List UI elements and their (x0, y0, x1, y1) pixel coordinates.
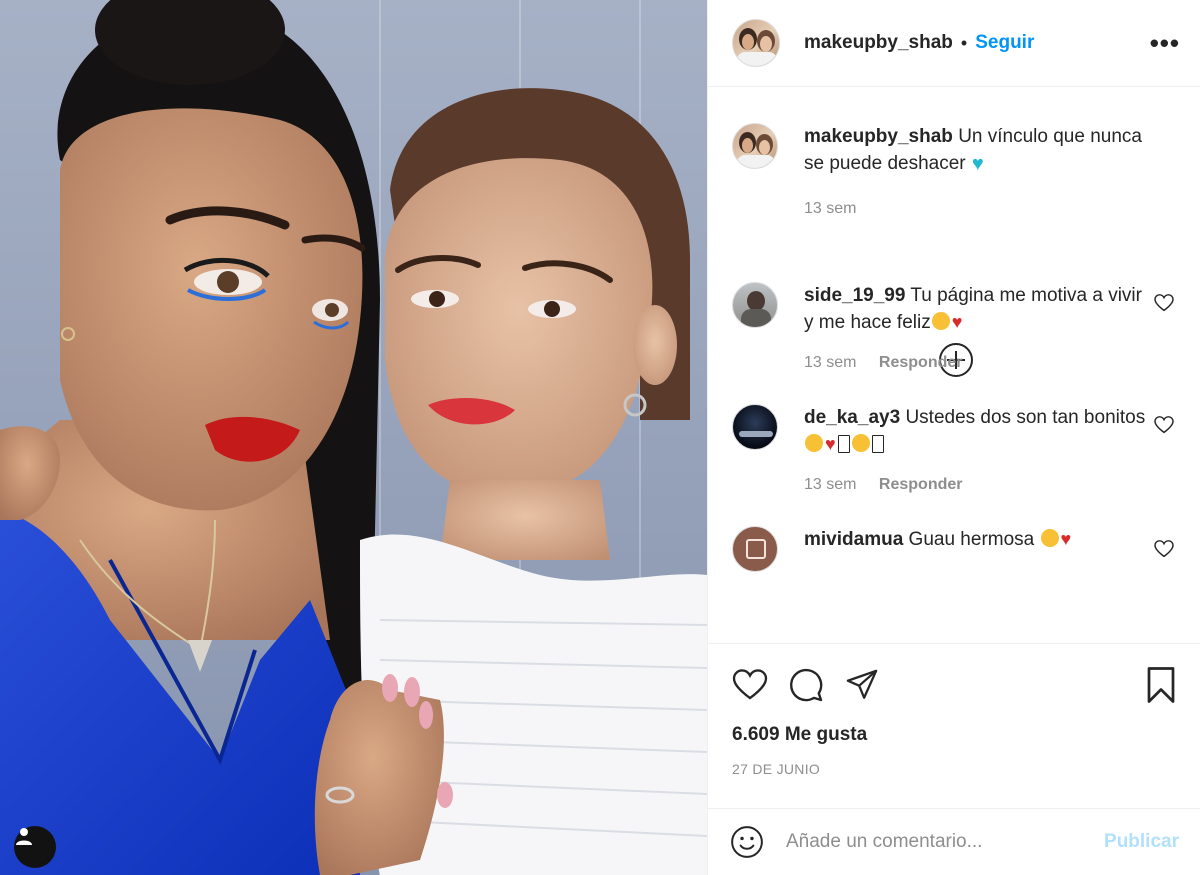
caption-username[interactable]: makeupby_shab (804, 126, 953, 147)
post-header: makeupby_shab • Seguir ••• (708, 0, 1200, 87)
heart-icon (1154, 540, 1174, 558)
comment-input[interactable] (786, 831, 1105, 853)
header-separator: • (960, 32, 968, 53)
author-username[interactable]: makeupby_shab (804, 32, 953, 54)
comment-button[interactable] (788, 667, 824, 703)
comment-item: side_19_99 Tu página me motiva a vivir y… (732, 282, 1176, 372)
surprised-emoji (851, 434, 870, 452)
heart-icon (1154, 294, 1174, 312)
unknown-emoji-glyph (837, 435, 850, 453)
like-button[interactable] (732, 669, 768, 701)
comment-icon (789, 668, 823, 702)
caption-time[interactable]: 13 sem (804, 200, 856, 217)
post-photo[interactable] (0, 0, 707, 875)
comment-text: de_ka_ay3 Ustedes dos son tan bonitos ♥ (804, 404, 1146, 458)
more-options-icon[interactable]: ••• (1150, 30, 1180, 56)
red-heart-emoji: ♥ (825, 434, 836, 454)
publish-button[interactable]: Publicar (1104, 831, 1179, 853)
bookmark-icon (1147, 667, 1175, 703)
smile-emoji (1040, 529, 1059, 547)
heart-icon (732, 669, 768, 700)
reply-button[interactable]: Responder (879, 476, 963, 493)
comment-time[interactable]: 13 sem (804, 354, 856, 371)
unknown-emoji-glyph (871, 435, 884, 453)
comment-text: side_19_99 Tu página me motiva a vivir y… (804, 282, 1146, 336)
share-icon (846, 669, 878, 699)
post-sidebar: makeupby_shab • Seguir ••• makeupby_shab… (707, 0, 1200, 875)
comment-meta: 13 sem Responder (804, 476, 1146, 494)
comments-list[interactable]: makeupby_shab Un vínculo que nunca se pu… (708, 87, 1200, 642)
caption-meta: 13 sem (804, 200, 1146, 218)
emoji-icon (731, 826, 763, 858)
red-heart-emoji: ♥ (951, 312, 963, 332)
red-heart-emoji: ♥ (1060, 529, 1072, 549)
follow-button[interactable]: Seguir (975, 32, 1034, 54)
comment-body: Guau hermosa (908, 529, 1035, 550)
action-bar (708, 644, 1200, 726)
smile-emoji (805, 434, 823, 452)
heart-icon (1154, 416, 1174, 434)
comment-composer: Publicar (708, 808, 1200, 875)
comment-time[interactable]: 13 sem (804, 476, 856, 493)
comment-username[interactable]: mividamua (804, 529, 903, 550)
commenter-avatar[interactable] (732, 526, 778, 572)
caption-text: makeupby_shab Un vínculo que nunca se pu… (804, 123, 1146, 178)
post-date[interactable]: 27 DE JUNIO (708, 761, 1200, 777)
author-avatar[interactable] (732, 19, 780, 67)
comment-like-button[interactable] (1154, 294, 1174, 317)
comment-body: Ustedes dos son tan bonitos (905, 407, 1146, 428)
smile-emoji (931, 312, 950, 330)
post-photo-illustration (0, 0, 707, 875)
commenter-avatar[interactable] (732, 404, 778, 450)
emoji-picker-button[interactable] (730, 825, 764, 859)
user-tag-button[interactable] (14, 826, 56, 868)
reply-button[interactable]: Responder (879, 354, 963, 371)
comment-username[interactable]: de_ka_ay3 (804, 407, 900, 428)
like-count[interactable]: 6.609 Me gusta (708, 724, 1200, 746)
commenter-avatar[interactable] (732, 282, 778, 328)
caption-avatar[interactable] (732, 123, 778, 169)
comment-like-button[interactable] (1154, 540, 1174, 563)
save-button[interactable] (1145, 667, 1177, 703)
comment-like-button[interactable] (1154, 416, 1174, 439)
comment-username[interactable]: side_19_99 (804, 285, 905, 306)
comment-item: de_ka_ay3 Ustedes dos son tan bonitos ♥ 1… (732, 404, 1176, 494)
comment-text: mividamua Guau hermosa ♥ (804, 526, 1146, 553)
post-actions-section: 6.609 Me gusta 27 DE JUNIO (708, 643, 1200, 777)
caption: makeupby_shab Un vínculo que nunca se pu… (732, 123, 1176, 218)
comment-item: mividamua Guau hermosa ♥ (732, 526, 1176, 572)
share-button[interactable] (844, 668, 880, 702)
teal-heart-emoji: ♥ (971, 153, 984, 175)
user-tag-icon (16, 828, 32, 845)
comment-meta: 13 sem Responder (804, 354, 1146, 372)
